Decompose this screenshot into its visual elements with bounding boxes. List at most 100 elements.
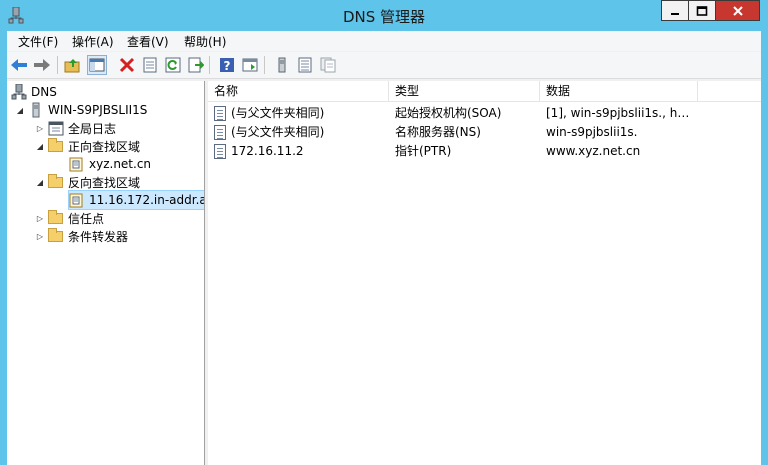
record-type: 起始授权机构(SOA) [395, 106, 502, 120]
tree-node-global-log[interactable]: ▷ 全局日志 [35, 119, 116, 137]
menu-view[interactable]: 查看(V) [124, 33, 172, 50]
zone-icon [69, 192, 85, 208]
server-icon [28, 102, 44, 118]
table-row[interactable]: (与父文件夹相同) 名称服务器(NS) win-s9pjbslii1s. [208, 123, 761, 142]
delete-x-icon [119, 57, 135, 73]
help-button[interactable]: ? [217, 55, 237, 75]
collapse-icon[interactable]: ◢ [15, 105, 25, 115]
tree-label-reverse-zone-item: 11.16.172.in-addr.a [89, 193, 205, 207]
close-button[interactable] [715, 0, 760, 21]
new-record-button[interactable] [295, 55, 315, 75]
dns-icon [11, 83, 27, 100]
menu-file[interactable]: 文件(F) [15, 33, 61, 50]
menu-action[interactable]: 操作(A) [69, 33, 117, 50]
column-header-type[interactable]: 类型 [389, 81, 540, 101]
up-level-button[interactable] [63, 55, 83, 75]
table-row[interactable]: 172.16.11.2 指针(PTR) www.xyz.net.cn [208, 142, 761, 161]
server-icon [278, 57, 286, 73]
column-header-name[interactable]: 名称 [208, 81, 389, 101]
tree-label-trust-points: 信任点 [68, 211, 105, 226]
record-icon [214, 124, 228, 141]
folder-up-icon [64, 59, 80, 73]
back-button[interactable] [9, 55, 29, 75]
record-icon [214, 143, 228, 160]
window-title: DNS 管理器 [342, 8, 426, 26]
zone-icon [69, 156, 85, 172]
show-hide-console-tree-button[interactable] [87, 55, 107, 75]
main-client-area: 文件(F) 操作(A) 查看(V) 帮助(H) ? DNS ◢ WIN-S9PJ… [7, 31, 761, 465]
folder-icon [48, 174, 64, 190]
tree-label-forward-zones: 正向查找区域 [68, 139, 141, 154]
table-row[interactable]: (与父文件夹相同) 起始授权机构(SOA) [1], win-s9pjbslii… [208, 104, 761, 123]
collapse-icon[interactable]: ◢ [35, 177, 45, 187]
title-bar[interactable]: DNS 管理器 [0, 0, 768, 31]
properties-button[interactable] [140, 55, 160, 75]
tree-label-conditional-forwarders: 条件转发器 [68, 229, 129, 244]
record-list-icon [298, 57, 312, 73]
record-data: win-s9pjbslii1s. [546, 125, 638, 139]
records-list: 名称 类型 数据 (与父文件夹相同) 起始授权机构(SOA) [1], win-… [208, 81, 761, 465]
tree-node-reverse-zones[interactable]: ◢ 反向查找区域 [35, 173, 140, 191]
tree-node-server[interactable]: ◢ WIN-S9PJBSLII1S [15, 101, 147, 119]
tree-node-reverse-zone-item[interactable]: 11.16.172.in-addr.a [68, 190, 205, 210]
toolbar-separator [209, 56, 210, 74]
refresh-button[interactable] [163, 55, 183, 75]
record-name: (与父文件夹相同) [231, 106, 325, 120]
help-icon: ? [220, 58, 234, 73]
tree-label-global-log: 全局日志 [68, 121, 117, 136]
record-data: www.xyz.net.cn [546, 144, 641, 158]
refresh-icon [165, 57, 181, 73]
expand-icon[interactable]: ▷ [35, 231, 45, 241]
column-header-data[interactable]: 数据 [540, 81, 698, 101]
expand-icon[interactable]: ▷ [35, 123, 45, 133]
toolbar: ? [7, 52, 761, 79]
record-type: 指针(PTR) [395, 144, 452, 158]
console-tree: DNS ◢ WIN-S9PJBSLII1S ▷ 全局日志 ◢ 正向查找区域 xy… [7, 81, 205, 465]
server-button[interactable] [272, 55, 292, 75]
record-data: [1], win-s9pjbslii1s., hos... [546, 106, 696, 120]
expand-icon[interactable]: ▷ [35, 213, 45, 223]
folder-icon [48, 138, 64, 154]
copy-records-button[interactable] [318, 55, 338, 75]
maximize-button[interactable] [688, 0, 716, 21]
tree-node-dns[interactable]: DNS [11, 83, 57, 101]
menu-help[interactable]: 帮助(H) [181, 33, 229, 50]
tree-node-conditional-forwarders[interactable]: ▷ 条件转发器 [35, 227, 128, 245]
log-viewer-icon [48, 120, 64, 136]
forward-button[interactable] [32, 55, 52, 75]
copy-records-icon [320, 57, 336, 73]
collapse-icon[interactable]: ◢ [35, 141, 45, 151]
properties-icon [143, 57, 157, 73]
dns-manager-window: DNS 管理器 文件(F) 操作(A) 查看(V) 帮助(H) ? DNS ◢ … [0, 0, 768, 465]
back-arrow-icon [11, 59, 27, 71]
tree-label-reverse-zones: 反向查找区域 [68, 175, 141, 190]
toolbar-separator [264, 56, 265, 74]
folder-icon [48, 210, 64, 226]
record-name: 172.16.11.2 [231, 144, 304, 158]
close-icon [732, 5, 743, 16]
action-pane-icon [242, 58, 258, 72]
tree-label-forward-zone-item: xyz.net.cn [89, 157, 152, 171]
tree-label-server: WIN-S9PJBSLII1S [48, 103, 148, 117]
tree-node-trust-points[interactable]: ▷ 信任点 [35, 209, 104, 227]
minimize-button[interactable] [661, 0, 689, 21]
console-tree-icon [89, 58, 105, 72]
action-pane-button[interactable] [240, 55, 260, 75]
minimize-icon [671, 12, 679, 15]
delete-button[interactable] [117, 55, 137, 75]
record-icon [214, 105, 228, 122]
header-divider [208, 101, 761, 102]
tree-node-forward-zones[interactable]: ◢ 正向查找区域 [35, 137, 140, 155]
export-list-button[interactable] [186, 55, 206, 75]
forward-arrow-icon [34, 59, 50, 71]
record-type: 名称服务器(NS) [395, 125, 481, 139]
menu-bar: 文件(F) 操作(A) 查看(V) 帮助(H) [7, 31, 761, 51]
folder-icon [48, 228, 64, 244]
export-icon [188, 57, 204, 73]
tree-node-forward-zone-item[interactable]: xyz.net.cn [69, 155, 151, 173]
record-name: (与父文件夹相同) [231, 125, 325, 139]
toolbar-separator [57, 56, 58, 74]
maximize-icon [696, 5, 708, 16]
svg-text:?: ? [224, 59, 231, 73]
tree-label-dns: DNS [31, 85, 57, 99]
